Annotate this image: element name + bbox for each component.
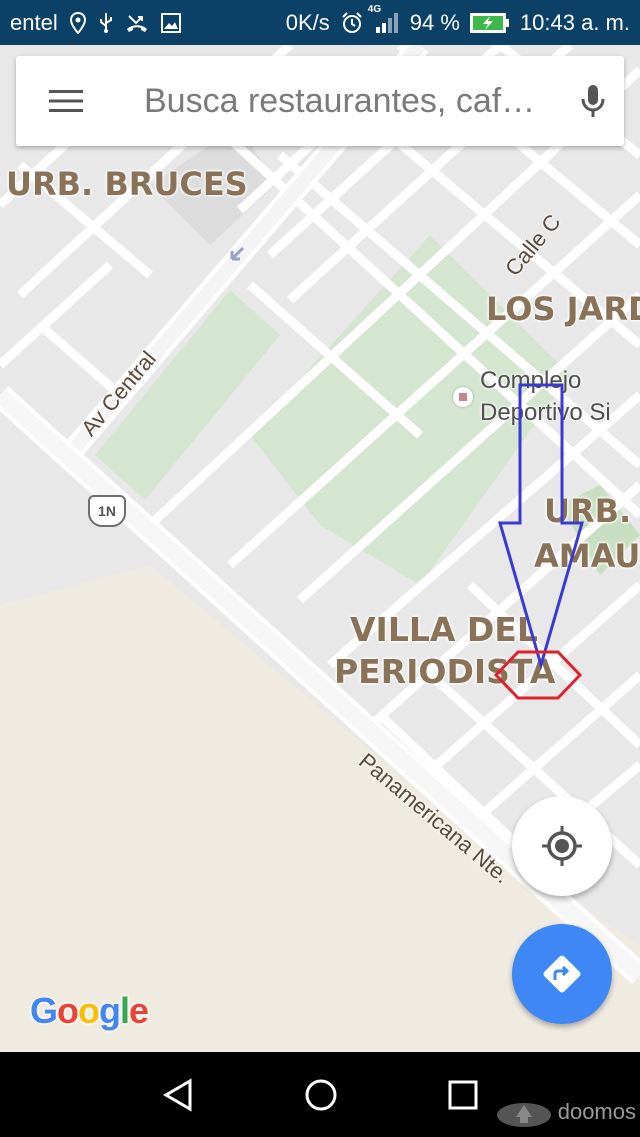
signal-icon: 4G	[368, 4, 400, 34]
location-icon	[69, 11, 86, 34]
area-label-urb-bruces: URB. BRUCES	[6, 165, 248, 203]
carrier-label: entel	[10, 9, 58, 35]
area-label-periodista: PERIODISTA	[334, 652, 556, 691]
back-triangle-icon	[163, 1077, 192, 1112]
area-label-villa-del: VILLA DEL	[350, 610, 538, 649]
usb-icon	[98, 12, 114, 34]
watermark-logo-icon	[496, 1103, 551, 1127]
search-input[interactable]	[116, 56, 562, 146]
clock: 10:43 a. m.	[519, 9, 630, 35]
menu-button[interactable]	[16, 56, 116, 146]
recents-square-icon	[448, 1080, 478, 1109]
search-bar[interactable]	[16, 56, 624, 146]
poi-label[interactable]: Complejo Deportivo Si	[480, 365, 611, 429]
google-logo: Google	[30, 990, 149, 1031]
area-label-urb: URB. I	[544, 492, 640, 530]
my-location-icon	[542, 826, 582, 866]
directions-icon	[543, 955, 581, 993]
poi-label-line2: Deportivo Si	[480, 399, 611, 426]
my-location-button[interactable]	[512, 796, 612, 896]
area-label-los-jardines: LOS JARD	[486, 290, 640, 328]
battery-charging-icon	[469, 12, 510, 33]
alarm-icon	[340, 11, 364, 35]
directions-button[interactable]	[512, 924, 612, 1024]
voice-search-button[interactable]	[562, 56, 624, 146]
microphone-icon	[581, 85, 605, 117]
route-shield-1n: 1N	[88, 495, 126, 527]
battery-percent: 94 %	[409, 9, 460, 35]
area-label-amau: AMAU	[534, 537, 640, 575]
hamburger-menu-icon	[49, 90, 83, 112]
network-speed: 0K/s	[285, 9, 330, 35]
status-bar: entel 0K/s 4G 94 % 10:43 a. m.	[0, 0, 640, 45]
map-canvas[interactable]: URB. BRUCES LOS JARD URB. I AMAU VILLA D…	[0, 45, 640, 1052]
back-button[interactable]	[133, 1052, 223, 1137]
home-circle-icon	[305, 1079, 337, 1110]
watermark: doomos	[494, 1095, 636, 1129]
poi-label-line1: Complejo	[480, 367, 582, 394]
home-button[interactable]	[276, 1052, 366, 1137]
poi-marker-icon[interactable]	[453, 387, 473, 407]
system-nav-bar: doomos	[0, 1052, 640, 1137]
image-icon	[160, 12, 182, 34]
missed-call-icon	[126, 12, 148, 34]
